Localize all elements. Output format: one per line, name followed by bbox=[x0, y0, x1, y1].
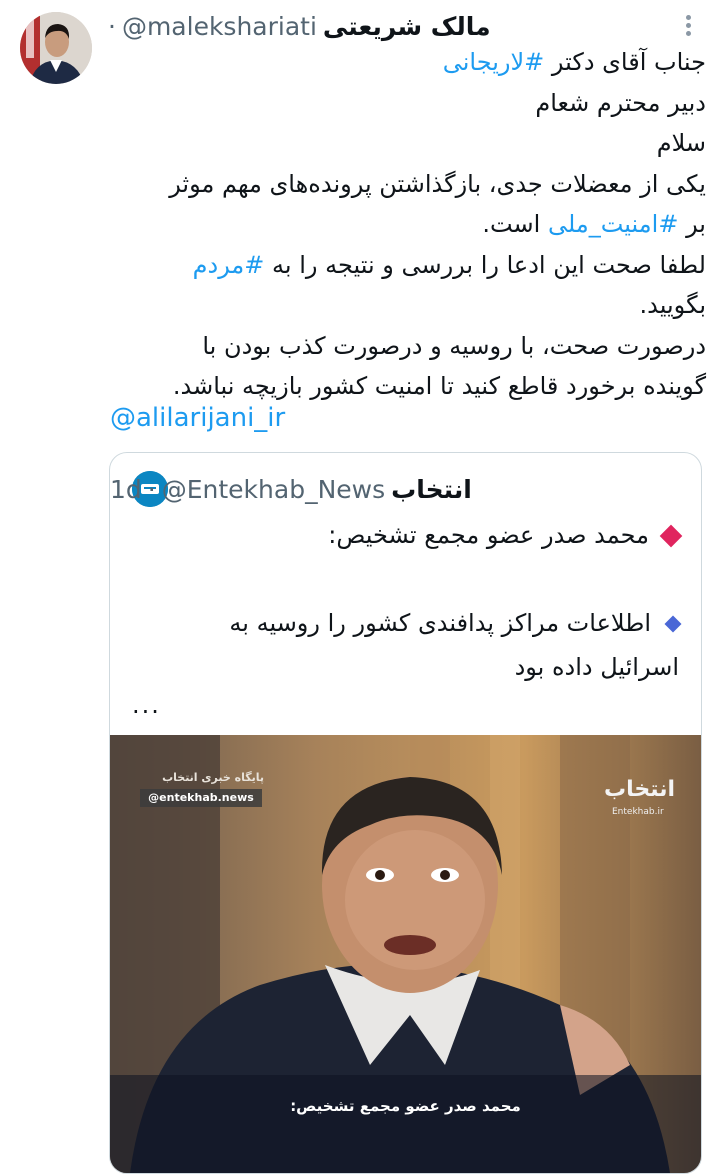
quoted-tweet[interactable]: انتخاب @Entekhab_News · 1d محمد صدر عضو … bbox=[109, 452, 702, 1174]
header-separator: · bbox=[108, 11, 116, 41]
image-logo: انتخاب bbox=[604, 777, 676, 802]
hashtag-national-security[interactable]: #امنیت_ملی bbox=[548, 210, 679, 238]
tweet-line-7: بگویید. bbox=[639, 291, 706, 319]
quote-author-name[interactable]: انتخاب bbox=[391, 475, 472, 504]
image-watermark-title: پایگاه خبری انتخاب bbox=[162, 771, 264, 784]
quote-line-1: محمد صدر عضو مجمع تشخیص: bbox=[119, 513, 683, 557]
quote-line-3: اسرائیل داده بود bbox=[514, 653, 679, 681]
author-name[interactable]: مالک شریعتی bbox=[323, 12, 491, 41]
quote-line-2-text: اطلاعات مراکز پدافندی کشور را روسیه به bbox=[229, 609, 651, 637]
quote-author-handle[interactable]: @Entekhab_News bbox=[162, 475, 385, 504]
image-watermark-handle: @entekhab.news bbox=[140, 789, 262, 807]
quote-line-2: اطلاعات مراکز پدافندی کشور را روسیه به bbox=[119, 601, 682, 645]
quote-header: انتخاب @Entekhab_News · 1d bbox=[110, 467, 678, 511]
tweet-line-5-prefix: بر bbox=[678, 210, 706, 238]
quote-blank-line bbox=[119, 557, 679, 601]
quote-line-1-text: محمد صدر عضو مجمع تشخیص: bbox=[328, 521, 649, 549]
more-vertical-icon[interactable] bbox=[676, 12, 700, 42]
quote-timestamp[interactable]: 1d bbox=[110, 475, 142, 504]
tweet-line-6-text: لطفا صحت این ادعا را بررسی و نتیجه را به bbox=[264, 250, 706, 279]
tweet-line-2: دبیر محترم شعام bbox=[535, 88, 706, 117]
tweet-line-6: لطفا صحت این ادعا را بررسی و نتیجه را به… bbox=[106, 245, 706, 286]
red-diamond-icon bbox=[659, 524, 683, 548]
mention-link[interactable]: @alilarijani_ir bbox=[110, 403, 285, 433]
quote-ellipsis: ... bbox=[132, 691, 161, 719]
tweet-line-3: سلام bbox=[656, 129, 706, 157]
author-avatar[interactable] bbox=[20, 12, 92, 84]
blue-diamond-icon bbox=[664, 615, 682, 633]
hashtag-people[interactable]: #مردم bbox=[193, 251, 265, 279]
tweet-line-1-text: جناب آقای دکتر bbox=[544, 48, 706, 76]
tweet-line-8: درصورت صحت، با روسیه و درصورت کذب بودن ب… bbox=[202, 331, 706, 360]
tweet-line-5-suffix: است. bbox=[482, 210, 548, 238]
quote-header-separator: · bbox=[147, 474, 156, 504]
tweet-line-1: جناب آقای دکتر #لاریجانی bbox=[106, 42, 706, 83]
image-site: Entekhab.ir bbox=[612, 807, 664, 817]
tweet-line-4: یکی از معضلات جدی، بازگذاشتن پرونده‌های … bbox=[169, 169, 706, 198]
tweet-text: جناب آقای دکتر #لاریجانی دبیر محترم شعام… bbox=[106, 42, 706, 407]
hashtag-larijani[interactable]: #لاریجانی bbox=[443, 48, 545, 76]
quote-text: محمد صدر عضو مجمع تشخیص: اطلاعات مراکز پ… bbox=[119, 513, 683, 689]
author-handle[interactable]: @malekshariati bbox=[122, 12, 317, 41]
image-caption: محمد صدر عضو مجمع تشخیص: bbox=[290, 1097, 521, 1115]
tweet-line-5: بر #امنیت_ملی است. bbox=[106, 204, 706, 245]
tweet[interactable]: مالک شریعتی @malekshariati · جناب آقای د… bbox=[0, 0, 720, 1174]
quote-image[interactable]: پایگاه خبری انتخاب @entekhab.news انتخاب… bbox=[110, 735, 701, 1173]
tweet-line-9: گوینده برخورد قاطع کنید تا امنیت کشور با… bbox=[172, 372, 706, 400]
